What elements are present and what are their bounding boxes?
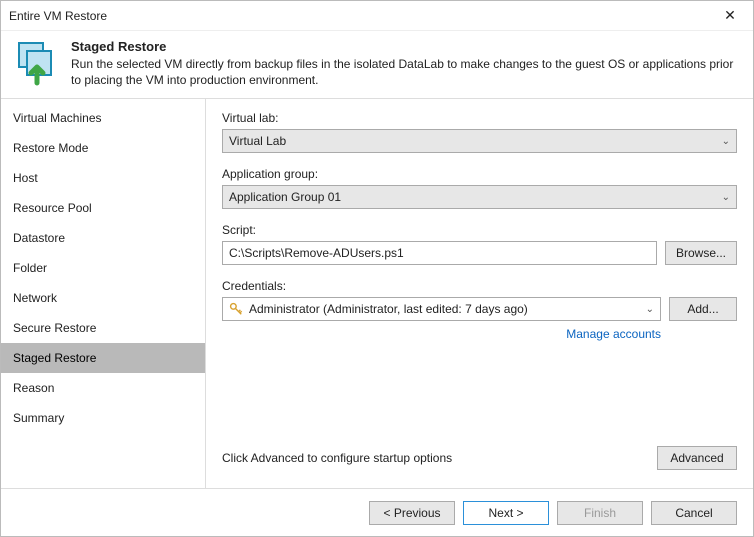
finish-button-label: Finish: [584, 506, 616, 520]
advanced-hint: Click Advanced to configure startup opti…: [222, 451, 657, 465]
advanced-button-label: Advanced: [670, 451, 723, 465]
sidebar-item-host[interactable]: Host: [1, 163, 205, 193]
sidebar-item-restore-mode[interactable]: Restore Mode: [1, 133, 205, 163]
sidebar-item-datastore[interactable]: Datastore: [1, 223, 205, 253]
script-label: Script:: [222, 223, 737, 237]
virtual-lab-select[interactable]: Virtual Lab ⌄: [222, 129, 737, 153]
next-button-label: Next >: [488, 506, 523, 520]
staged-restore-icon: [13, 39, 61, 87]
sidebar-item-folder[interactable]: Folder: [1, 253, 205, 283]
app-group-label: Application group:: [222, 167, 737, 181]
title-bar: Entire VM Restore ✕: [1, 1, 753, 31]
browse-button[interactable]: Browse...: [665, 241, 737, 265]
app-group-value: Application Group 01: [229, 190, 341, 204]
chevron-down-icon: ⌄: [722, 136, 730, 147]
wizard-window: Entire VM Restore ✕ Staged Restore Run t…: [0, 0, 754, 537]
sidebar-item-summary[interactable]: Summary: [1, 403, 205, 433]
sidebar-item-secure-restore[interactable]: Secure Restore: [1, 313, 205, 343]
sidebar-item-label: Summary: [13, 411, 64, 425]
finish-button: Finish: [557, 501, 643, 525]
sidebar-item-label: Virtual Machines: [13, 111, 102, 125]
manage-accounts-link[interactable]: Manage accounts: [222, 327, 737, 341]
sidebar-item-label: Resource Pool: [13, 201, 92, 215]
sidebar-item-label: Host: [13, 171, 38, 185]
wizard-header: Staged Restore Run the selected VM direc…: [1, 31, 753, 99]
credentials-label: Credentials:: [222, 279, 737, 293]
script-input[interactable]: C:\Scripts\Remove-ADUsers.ps1: [222, 241, 657, 265]
sidebar-item-label: Network: [13, 291, 57, 305]
wizard-steps-sidebar: Virtual Machines Restore Mode Host Resou…: [1, 99, 206, 488]
sidebar-item-label: Folder: [13, 261, 47, 275]
close-icon: ✕: [724, 7, 736, 23]
chevron-down-icon: ⌄: [722, 192, 730, 203]
cancel-button-label: Cancel: [675, 506, 712, 520]
app-group-select[interactable]: Application Group 01 ⌄: [222, 185, 737, 209]
browse-button-label: Browse...: [676, 246, 726, 260]
script-value: C:\Scripts\Remove-ADUsers.ps1: [229, 246, 404, 260]
sidebar-item-resource-pool[interactable]: Resource Pool: [1, 193, 205, 223]
sidebar-item-staged-restore[interactable]: Staged Restore: [1, 343, 205, 373]
key-icon: [229, 302, 243, 316]
wizard-footer: < Previous Next > Finish Cancel: [1, 488, 753, 536]
advanced-button[interactable]: Advanced: [657, 446, 737, 470]
sidebar-item-label: Reason: [13, 381, 54, 395]
next-button[interactable]: Next >: [463, 501, 549, 525]
wizard-content: Virtual lab: Virtual Lab ⌄ Application g…: [206, 99, 753, 488]
add-credentials-button[interactable]: Add...: [669, 297, 737, 321]
previous-button[interactable]: < Previous: [369, 501, 455, 525]
chevron-down-icon: ⌄: [646, 304, 654, 315]
sidebar-item-label: Secure Restore: [13, 321, 96, 335]
sidebar-item-network[interactable]: Network: [1, 283, 205, 313]
sidebar-item-label: Restore Mode: [13, 141, 88, 155]
previous-button-label: < Previous: [383, 506, 440, 520]
credentials-select[interactable]: Administrator (Administrator, last edite…: [222, 297, 661, 321]
sidebar-item-reason[interactable]: Reason: [1, 373, 205, 403]
sidebar-item-label: Datastore: [13, 231, 65, 245]
sidebar-item-virtual-machines[interactable]: Virtual Machines: [1, 103, 205, 133]
virtual-lab-label: Virtual lab:: [222, 111, 737, 125]
page-subtitle: Run the selected VM directly from backup…: [71, 56, 741, 88]
credentials-value: Administrator (Administrator, last edite…: [249, 302, 528, 316]
sidebar-item-label: Staged Restore: [13, 351, 96, 365]
add-button-label: Add...: [687, 302, 718, 316]
virtual-lab-value: Virtual Lab: [229, 134, 286, 148]
window-title: Entire VM Restore: [9, 9, 715, 23]
page-title: Staged Restore: [71, 39, 741, 54]
cancel-button[interactable]: Cancel: [651, 501, 737, 525]
close-button[interactable]: ✕: [715, 7, 745, 24]
